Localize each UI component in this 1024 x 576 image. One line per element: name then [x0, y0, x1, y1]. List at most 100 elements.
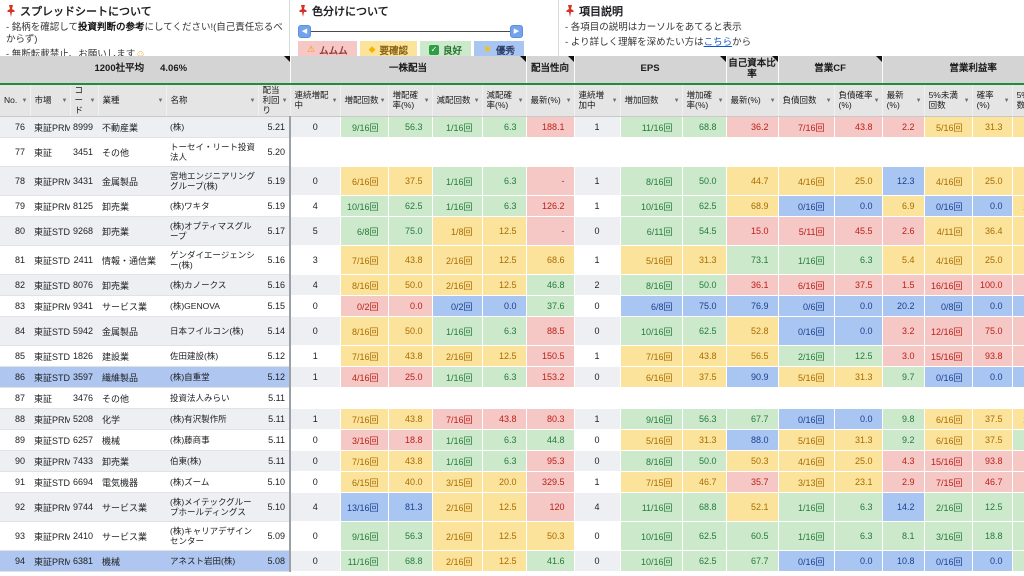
- cell-over5-count[interactable]: 11/16回: [1012, 116, 1024, 139]
- cell-payout-latest[interactable]: [526, 137, 575, 168]
- cell-hike-count[interactable]: 9/16回: [340, 521, 389, 552]
- cell-market[interactable]: 東証STD: [30, 316, 70, 347]
- cell-industry[interactable]: 卸売業: [98, 216, 166, 247]
- cell-hike-prob[interactable]: 43.8: [388, 245, 433, 276]
- cell-industry[interactable]: 建設業: [98, 345, 166, 368]
- cell-under5-count[interactable]: 0/16回: [924, 366, 973, 389]
- cell-debt-prob[interactable]: 12.5: [834, 345, 883, 368]
- cell-streak-up[interactable]: 0: [290, 166, 341, 197]
- cell-hike-prob[interactable]: 43.8: [388, 450, 433, 473]
- cell-no[interactable]: 94: [0, 550, 30, 573]
- cell-under5-count[interactable]: 0/8回: [924, 295, 973, 318]
- cell-industry[interactable]: サービス業: [98, 521, 166, 552]
- cell-eps-streak[interactable]: 0: [574, 216, 621, 247]
- cell-payout-latest[interactable]: -: [526, 216, 575, 247]
- cell-under5-prob[interactable]: 0.0: [972, 295, 1013, 318]
- cell-eps-prob[interactable]: 31.3: [682, 429, 727, 452]
- cell-cut-count[interactable]: 2/16回: [432, 245, 483, 276]
- cell-debt-count[interactable]: 0/6回: [778, 295, 835, 318]
- cell-equity-latest[interactable]: [726, 387, 779, 410]
- cell-margin-latest[interactable]: 3.2: [882, 316, 925, 347]
- cell-eps-streak[interactable]: 0: [574, 450, 621, 473]
- cell-over5-count[interactable]: 10/16回: [1012, 408, 1024, 431]
- cell-debt-prob[interactable]: 6.3: [834, 245, 883, 276]
- cell-margin-latest[interactable]: 8.1: [882, 521, 925, 552]
- cell-eps-count[interactable]: 7/15回: [620, 471, 683, 494]
- cell-industry[interactable]: サービス業: [98, 492, 166, 523]
- cell-under5-count[interactable]: 6/16回: [924, 408, 973, 431]
- cell-name[interactable]: (株)カノークス: [166, 274, 258, 297]
- cell-market[interactable]: 東証STD: [30, 471, 70, 494]
- filter-icon[interactable]: ▼: [518, 98, 524, 104]
- cell-no[interactable]: 76: [0, 116, 30, 139]
- cell-margin-latest[interactable]: 9.7: [882, 366, 925, 389]
- cell-over5-count[interactable]: 0/16回: [1012, 274, 1024, 297]
- cell-payout-latest[interactable]: 126.2: [526, 195, 575, 218]
- cell-no[interactable]: 86: [0, 366, 30, 389]
- cell-debt-count[interactable]: 5/11回: [778, 216, 835, 247]
- cell-under5-count[interactable]: 15/16回: [924, 450, 973, 473]
- cell-payout-latest[interactable]: 120: [526, 492, 575, 523]
- cell-debt-count[interactable]: [778, 137, 835, 168]
- cell-cut-prob[interactable]: 6.3: [482, 316, 527, 347]
- cell-code[interactable]: 5208: [70, 408, 98, 431]
- cell-yield[interactable]: 5.12: [258, 345, 292, 368]
- cell-code[interactable]: 3597: [70, 366, 98, 389]
- cell-yield[interactable]: 5.15: [258, 295, 292, 318]
- cell-debt-count[interactable]: 0/16回: [778, 195, 835, 218]
- cell-over5-count[interactable]: 3/16回: [1012, 492, 1024, 523]
- cell-hike-prob[interactable]: 56.3: [388, 521, 433, 552]
- cell-eps-count[interactable]: 8/16回: [620, 166, 683, 197]
- cell-payout-latest[interactable]: 80.3: [526, 408, 575, 431]
- cell-code[interactable]: 9744: [70, 492, 98, 523]
- filter-icon[interactable]: ▼: [1004, 98, 1010, 104]
- cell-debt-prob[interactable]: 45.5: [834, 216, 883, 247]
- cell-eps-count[interactable]: 6/8回: [620, 295, 683, 318]
- cell-eps-streak[interactable]: 0: [574, 295, 621, 318]
- cell-margin-latest[interactable]: [882, 387, 925, 410]
- cell-yield[interactable]: 5.19: [258, 166, 292, 197]
- cell-under5-prob[interactable]: 0.0: [972, 366, 1013, 389]
- cell-code[interactable]: 6694: [70, 471, 98, 494]
- filter-icon[interactable]: ▼: [770, 98, 776, 104]
- cell-under5-prob[interactable]: 93.8: [972, 450, 1013, 473]
- cell-under5-prob[interactable]: 46.7: [972, 471, 1013, 494]
- cell-cut-prob[interactable]: 20.0: [482, 471, 527, 494]
- cell-hike-count[interactable]: 0/2回: [340, 295, 389, 318]
- filter-icon[interactable]: ▼: [158, 98, 164, 104]
- cell-no[interactable]: 77: [0, 137, 30, 168]
- cell-market[interactable]: 東証STD: [30, 245, 70, 276]
- cell-eps-streak[interactable]: 0: [574, 316, 621, 347]
- cell-equity-latest[interactable]: [726, 137, 779, 168]
- cell-payout-latest[interactable]: -: [526, 166, 575, 197]
- slider-right-button[interactable]: ▶: [510, 25, 523, 38]
- cell-hike-count[interactable]: 13/16回: [340, 492, 389, 523]
- cell-cut-count[interactable]: 1/8回: [432, 216, 483, 247]
- cell-under5-count[interactable]: 3/16回: [924, 521, 973, 552]
- cell-under5-count[interactable]: 4/16回: [924, 245, 973, 276]
- cell-eps-streak[interactable]: 2: [574, 274, 621, 297]
- cell-code[interactable]: 8076: [70, 274, 98, 297]
- cell-equity-latest[interactable]: 44.7: [726, 166, 779, 197]
- cell-over5-count[interactable]: 3/16回: [1012, 429, 1024, 452]
- cell-name[interactable]: (株)有沢製作所: [166, 408, 258, 431]
- filter-icon[interactable]: ▼: [916, 98, 922, 104]
- cell-streak-up[interactable]: 1: [290, 366, 341, 389]
- cell-name[interactable]: (株)GENOVA: [166, 295, 258, 318]
- filter-icon[interactable]: ▼: [826, 98, 832, 104]
- color-range-slider[interactable]: ◀ ▶: [298, 25, 523, 38]
- cell-debt-count[interactable]: 1/16回: [778, 521, 835, 552]
- cell-cut-count[interactable]: [432, 387, 483, 410]
- cell-hike-count[interactable]: [340, 387, 389, 410]
- cell-no[interactable]: 78: [0, 166, 30, 197]
- cell-debt-count[interactable]: 1/16回: [778, 245, 835, 276]
- cell-eps-streak[interactable]: 1: [574, 116, 621, 139]
- cell-name[interactable]: 日本フイルコン(株): [166, 316, 258, 347]
- cell-name[interactable]: (株): [166, 116, 258, 139]
- cell-over5-count[interactable]: 6/11回: [1012, 216, 1024, 247]
- cell-under5-prob[interactable]: [972, 387, 1013, 410]
- cell-equity-latest[interactable]: 76.9: [726, 295, 779, 318]
- cell-debt-count[interactable]: 6/16回: [778, 274, 835, 297]
- cell-no[interactable]: 84: [0, 316, 30, 347]
- cell-no[interactable]: 82: [0, 274, 30, 297]
